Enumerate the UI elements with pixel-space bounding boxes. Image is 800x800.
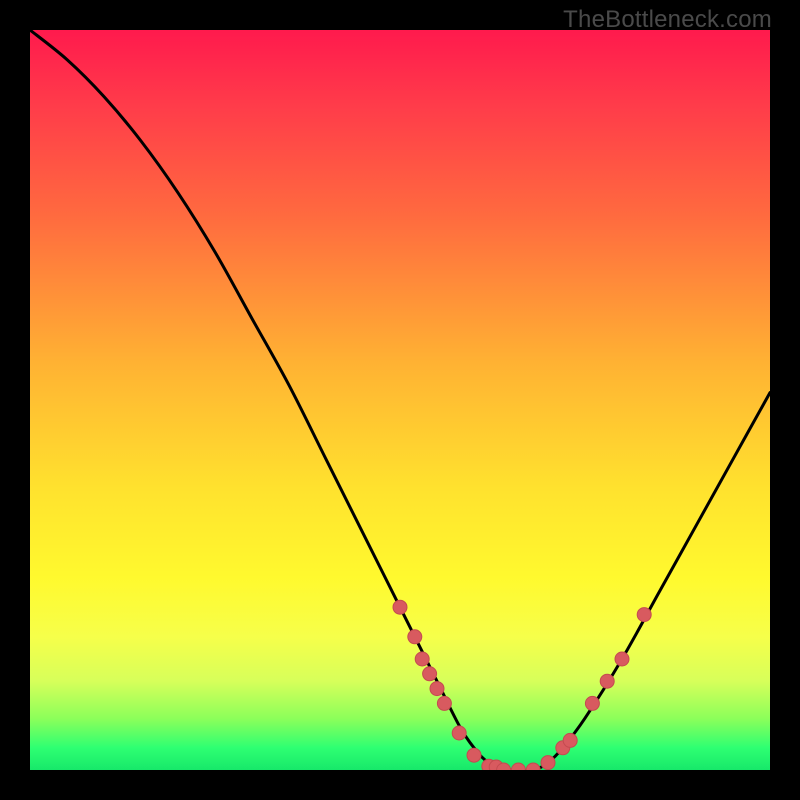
data-point [637,608,651,622]
data-point [585,696,599,710]
data-point [600,674,614,688]
data-point [452,726,466,740]
chart-frame: TheBottleneck.com [0,0,800,800]
data-point [423,667,437,681]
data-point [437,696,451,710]
data-point [541,756,555,770]
data-point [408,630,422,644]
data-point [393,600,407,614]
bottleneck-curve [30,30,770,770]
data-point [615,652,629,666]
data-points [393,600,651,770]
plot-area [30,30,770,770]
data-point [511,763,525,770]
data-point [430,682,444,696]
data-point [526,763,540,770]
data-point [415,652,429,666]
data-point [563,733,577,747]
data-point [467,748,481,762]
curve-svg [30,30,770,770]
